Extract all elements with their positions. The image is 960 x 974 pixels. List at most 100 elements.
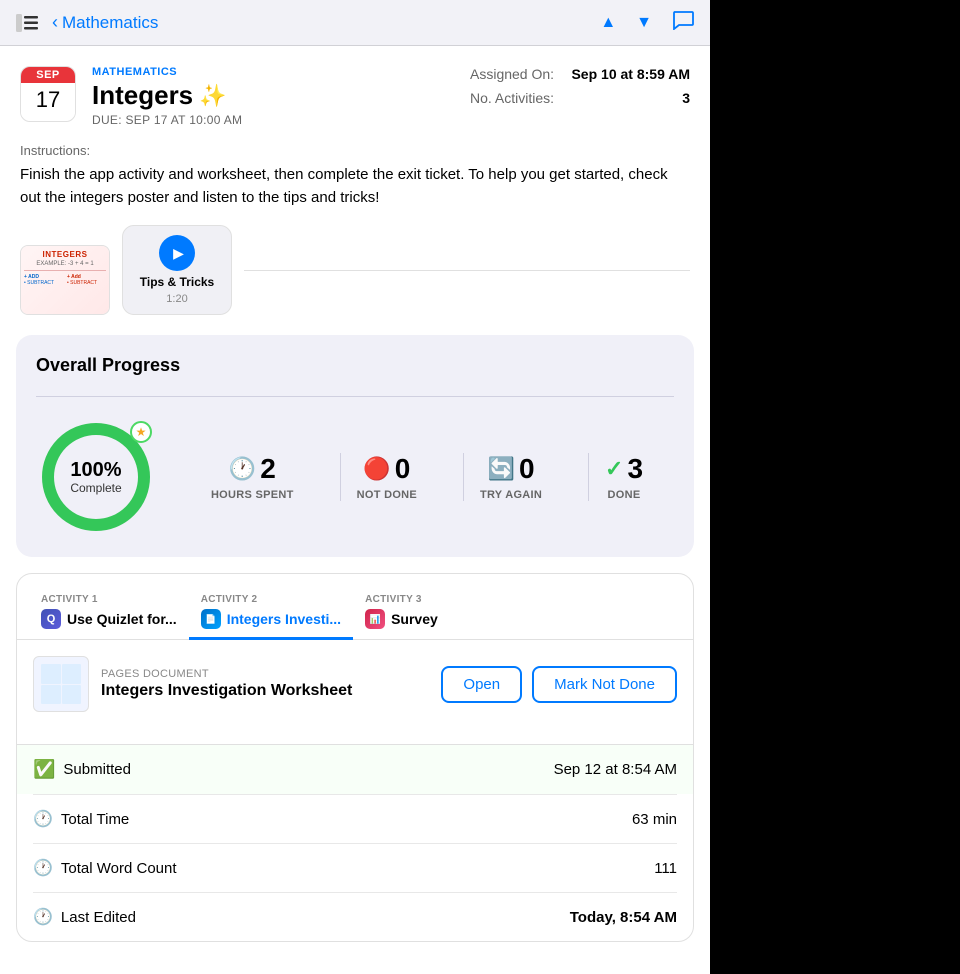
word-count-row: 🕐 Total Word Count 111: [33, 843, 677, 892]
doc-name: Integers Investigation Worksheet: [101, 682, 429, 700]
submitted-left: ✅ Submitted: [33, 759, 131, 780]
poster-content: INTEGERS EXAMPLE: -3 + 4 = 1 + ADD • SUB…: [21, 246, 109, 314]
tab-2-name: Integers Investi...: [227, 611, 341, 627]
due-date: DUE: SEP 17 AT 10:00 AM: [92, 113, 242, 127]
submitted-label: Submitted: [63, 761, 131, 778]
video-title: Tips & Tricks: [140, 275, 214, 289]
tab-1-icon-row: Q Use Quizlet for...: [41, 609, 177, 629]
pages-icon: 📄: [201, 609, 221, 629]
hours-number: 2: [260, 453, 276, 485]
calendar-month: SEP: [21, 67, 75, 83]
last-edited-value: Today, 8:54 AM: [570, 909, 677, 926]
poster-attachment[interactable]: INTEGERS EXAMPLE: -3 + 4 = 1 + ADD • SUB…: [20, 245, 110, 315]
doc-thumbnail: [33, 656, 89, 712]
progress-title: Overall Progress: [36, 355, 674, 376]
last-edited-row: 🕐 Last Edited Today, 8:54 AM: [33, 892, 677, 941]
no-activities-row: No. Activities: 3: [470, 90, 690, 106]
no-activities-label: No. Activities:: [470, 90, 554, 106]
nav-right: ▲ ▼: [600, 10, 694, 35]
doc-actions: Open Mark Not Done: [441, 666, 677, 703]
mark-not-done-button[interactable]: Mark Not Done: [532, 666, 677, 703]
tab-1-num: ACTIVITY 1: [41, 594, 177, 605]
comment-icon[interactable]: [672, 10, 694, 35]
instructions-section: Instructions: Finish the app activity an…: [0, 143, 710, 225]
assigned-on-row: Assigned On: Sep 10 at 8:59 AM: [470, 66, 690, 82]
not-done-icon: 🔴: [363, 456, 390, 482]
word-count-icon: 🕐: [33, 858, 53, 878]
open-button[interactable]: Open: [441, 666, 522, 703]
word-count-left: 🕐 Total Word Count: [33, 858, 177, 878]
submitted-check-icon: ✅: [33, 759, 55, 780]
donut-chart: 100% Complete ★: [36, 417, 156, 537]
total-time-icon: 🕐: [33, 809, 53, 829]
doc-row: PAGES DOCUMENT Integers Investigation Wo…: [33, 656, 677, 712]
not-done-number: 0: [395, 453, 411, 485]
chevron-down-icon[interactable]: ▼: [636, 14, 652, 32]
hours-spent-stat: 🕐 2 HOURS SPENT: [195, 453, 310, 501]
play-button[interactable]: ▶: [159, 235, 195, 271]
donut-center: 100% Complete: [70, 459, 121, 495]
try-again-icon: 🔄: [488, 456, 515, 482]
not-done-top: 🔴 0: [363, 453, 410, 485]
word-count-value: 111: [654, 860, 677, 877]
nav-left: ‹ Mathematics: [16, 12, 158, 33]
doc-type: PAGES DOCUMENT: [101, 668, 429, 680]
black-panel: [710, 0, 960, 974]
tab-3-name: Survey: [391, 611, 438, 627]
assignment-title-text: Integers: [92, 80, 193, 111]
hours-top: 🕐 2: [229, 453, 276, 485]
assigned-on-label: Assigned On:: [470, 66, 554, 82]
header-info: MATHEMATICS Integers ✨ DUE: SEP 17 AT 10…: [92, 66, 242, 127]
done-number: 3: [627, 453, 643, 485]
instructions-text: Finish the app activity and worksheet, t…: [20, 164, 690, 209]
sidebar-icon: [16, 14, 40, 32]
total-time-left: 🕐 Total Time: [33, 809, 129, 829]
try-again-top: 🔄 0: [488, 453, 535, 485]
sparkle-icon: ✨: [199, 83, 226, 109]
not-done-desc: NOT DONE: [357, 489, 417, 501]
tab-activity-1[interactable]: ACTIVITY 1 Q Use Quizlet for...: [29, 586, 189, 640]
word-count-label: Total Word Count: [61, 860, 177, 877]
subject-label: MATHEMATICS: [92, 66, 242, 78]
star-badge: ★: [130, 421, 152, 443]
done-desc: DONE: [608, 489, 641, 501]
stat-rows: 🕐 Total Time 63 min 🕐 Total Word Count 1…: [17, 794, 693, 941]
progress-divider: [36, 396, 674, 397]
progress-stats: 100% Complete ★ 🕐 2 HOURS SPENT: [36, 417, 674, 537]
tab-activity-3[interactable]: ACTIVITY 3 📊 Survey: [353, 586, 473, 640]
chevron-up-icon[interactable]: ▲: [600, 14, 616, 32]
done-check-icon: ✓: [605, 456, 623, 482]
tab-1-name: Use Quizlet for...: [67, 611, 177, 627]
try-again-desc: TRY AGAIN: [480, 489, 542, 501]
assignment-title: Integers ✨: [92, 80, 242, 111]
sidebar-toggle-button[interactable]: [16, 13, 40, 33]
content-scroll: SEP 17 MATHEMATICS Integers ✨ DUE: SEP 1…: [0, 46, 710, 974]
last-edited-label: Last Edited: [61, 909, 136, 926]
activity-tabs: ACTIVITY 1 Q Use Quizlet for... ACTIVITY…: [17, 574, 693, 640]
submitted-date: Sep 12 at 8:54 AM: [554, 761, 677, 778]
assigned-on-value: Sep 10 at 8:59 AM: [571, 66, 690, 82]
assignment-header: SEP 17 MATHEMATICS Integers ✨ DUE: SEP 1…: [0, 46, 710, 143]
donut-percent: 100%: [70, 459, 121, 481]
quizlet-icon: Q: [41, 609, 61, 629]
tab-3-num: ACTIVITY 3: [365, 594, 461, 605]
donut-label: Complete: [70, 481, 121, 495]
last-edited-left: 🕐 Last Edited: [33, 907, 136, 927]
activity-content: PAGES DOCUMENT Integers Investigation Wo…: [17, 640, 693, 744]
instructions-label: Instructions:: [20, 143, 690, 158]
submitted-row: ✅ Submitted Sep 12 at 8:54 AM: [17, 744, 693, 794]
last-edited-icon: 🕐: [33, 907, 53, 927]
calendar-icon: SEP 17: [20, 66, 76, 122]
tab-activity-2[interactable]: ACTIVITY 2 📄 Integers Investi...: [189, 586, 353, 640]
hours-desc: HOURS SPENT: [211, 489, 294, 501]
main-panel: ‹ Mathematics ▲ ▼ SEP 17: [0, 0, 710, 974]
chevron-left-icon: ‹: [52, 12, 58, 33]
total-time-row: 🕐 Total Time 63 min: [33, 794, 677, 843]
tab-2-icon-row: 📄 Integers Investi...: [201, 609, 341, 629]
video-attachment[interactable]: ▶ Tips & Tricks 1:20: [122, 225, 232, 315]
done-stat: ✓ 3 DONE: [588, 453, 659, 501]
survey-icon: 📊: [365, 609, 385, 629]
stat-items: 🕐 2 HOURS SPENT 🔴 0 NOT DONE: [180, 453, 674, 501]
back-button[interactable]: ‹ Mathematics: [52, 12, 158, 33]
try-again-number: 0: [519, 453, 535, 485]
